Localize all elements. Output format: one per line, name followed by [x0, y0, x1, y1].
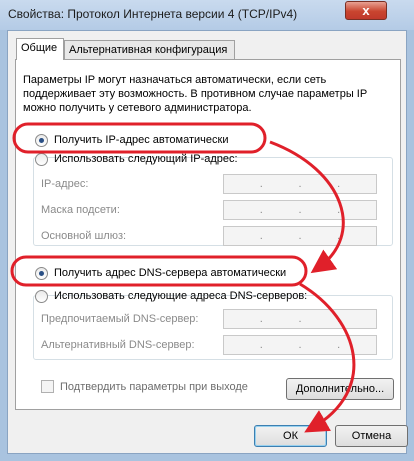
alternate-dns-field[interactable]: . . . — [223, 335, 377, 355]
ip-dot: . — [337, 230, 341, 242]
title-bar: Свойства: Протокол Интернета версии 4 (T… — [0, 0, 414, 30]
radio-dns-manual-indicator[interactable] — [35, 289, 48, 303]
dialog-body: Общие Альтернативная конфигурация Параме… — [7, 30, 408, 454]
preferred-dns-field[interactable]: . . . — [223, 309, 377, 329]
cancel-button[interactable]: Отмена — [335, 425, 408, 447]
ip-dot: . — [337, 178, 341, 190]
validate-on-exit[interactable]: Подтвердить параметры при выходе — [41, 380, 248, 393]
ip-dot: . — [259, 230, 263, 242]
tab-alternative-config-label: Альтернативная конфигурация — [69, 44, 228, 56]
ip-dot: . — [298, 339, 302, 351]
advanced-button[interactable]: Дополнительно... — [286, 378, 394, 400]
ip-dot: . — [337, 204, 341, 216]
ip-dot: . — [259, 204, 263, 216]
ip-dot: . — [298, 313, 302, 325]
radio-ip-manual-label: Использовать следующий IP-адрес: — [54, 153, 238, 165]
ip-dot: . — [298, 204, 302, 216]
alternate-dns-label: Альтернативный DNS-сервер: — [41, 339, 195, 351]
tab-alternative-config[interactable]: Альтернативная конфигурация — [64, 40, 235, 59]
radio-dns-auto-label: Получить адрес DNS-сервера автоматически — [54, 267, 287, 279]
radio-ip-manual[interactable]: Использовать следующий IP-адрес: — [35, 151, 238, 167]
subnet-mask-field[interactable]: . . . — [223, 200, 377, 220]
ip-dot: . — [298, 178, 302, 190]
ip-dot: . — [259, 178, 263, 190]
radio-ip-manual-indicator[interactable] — [35, 152, 48, 166]
ip-dot: . — [298, 230, 302, 242]
radio-ip-auto-indicator[interactable] — [35, 133, 48, 147]
ip-address-label: IP-адрес: — [41, 178, 89, 190]
default-gateway-label: Основной шлюз: — [41, 230, 127, 242]
radio-ip-auto[interactable]: Получить IP-адрес автоматически — [35, 132, 228, 148]
default-gateway-field[interactable]: . . . — [223, 226, 377, 246]
preferred-dns-label: Предпочитаемый DNS-сервер: — [41, 313, 199, 325]
ip-dot: . — [259, 339, 263, 351]
ip-dot: . — [259, 313, 263, 325]
description-text: Параметры IP могут назначаться автоматич… — [23, 74, 367, 114]
validate-on-exit-checkbox[interactable] — [41, 380, 54, 393]
close-button[interactable]: x — [345, 1, 387, 20]
radio-ip-auto-label: Получить IP-адрес автоматически — [54, 134, 229, 146]
radio-dns-manual-label: Использовать следующие адреса DNS-сервер… — [54, 290, 308, 302]
radio-dns-auto-indicator[interactable] — [35, 266, 48, 280]
validate-on-exit-label: Подтвердить параметры при выходе — [60, 380, 248, 393]
radio-dns-auto[interactable]: Получить адрес DNS-сервера автоматически — [35, 265, 286, 281]
window-title: Свойства: Протокол Интернета версии 4 (T… — [8, 7, 298, 21]
tab-general-label: Общие — [21, 42, 58, 54]
ip-address-field[interactable]: . . . — [223, 174, 377, 194]
ip-dot: . — [337, 313, 341, 325]
subnet-mask-label: Маска подсети: — [41, 204, 120, 216]
radio-dns-manual[interactable]: Использовать следующие адреса DNS-сервер… — [35, 288, 307, 304]
ok-button[interactable]: ОК — [254, 425, 327, 447]
close-icon: x — [362, 3, 370, 18]
ip-dot: . — [337, 339, 341, 351]
tab-general[interactable]: Общие — [16, 38, 64, 60]
